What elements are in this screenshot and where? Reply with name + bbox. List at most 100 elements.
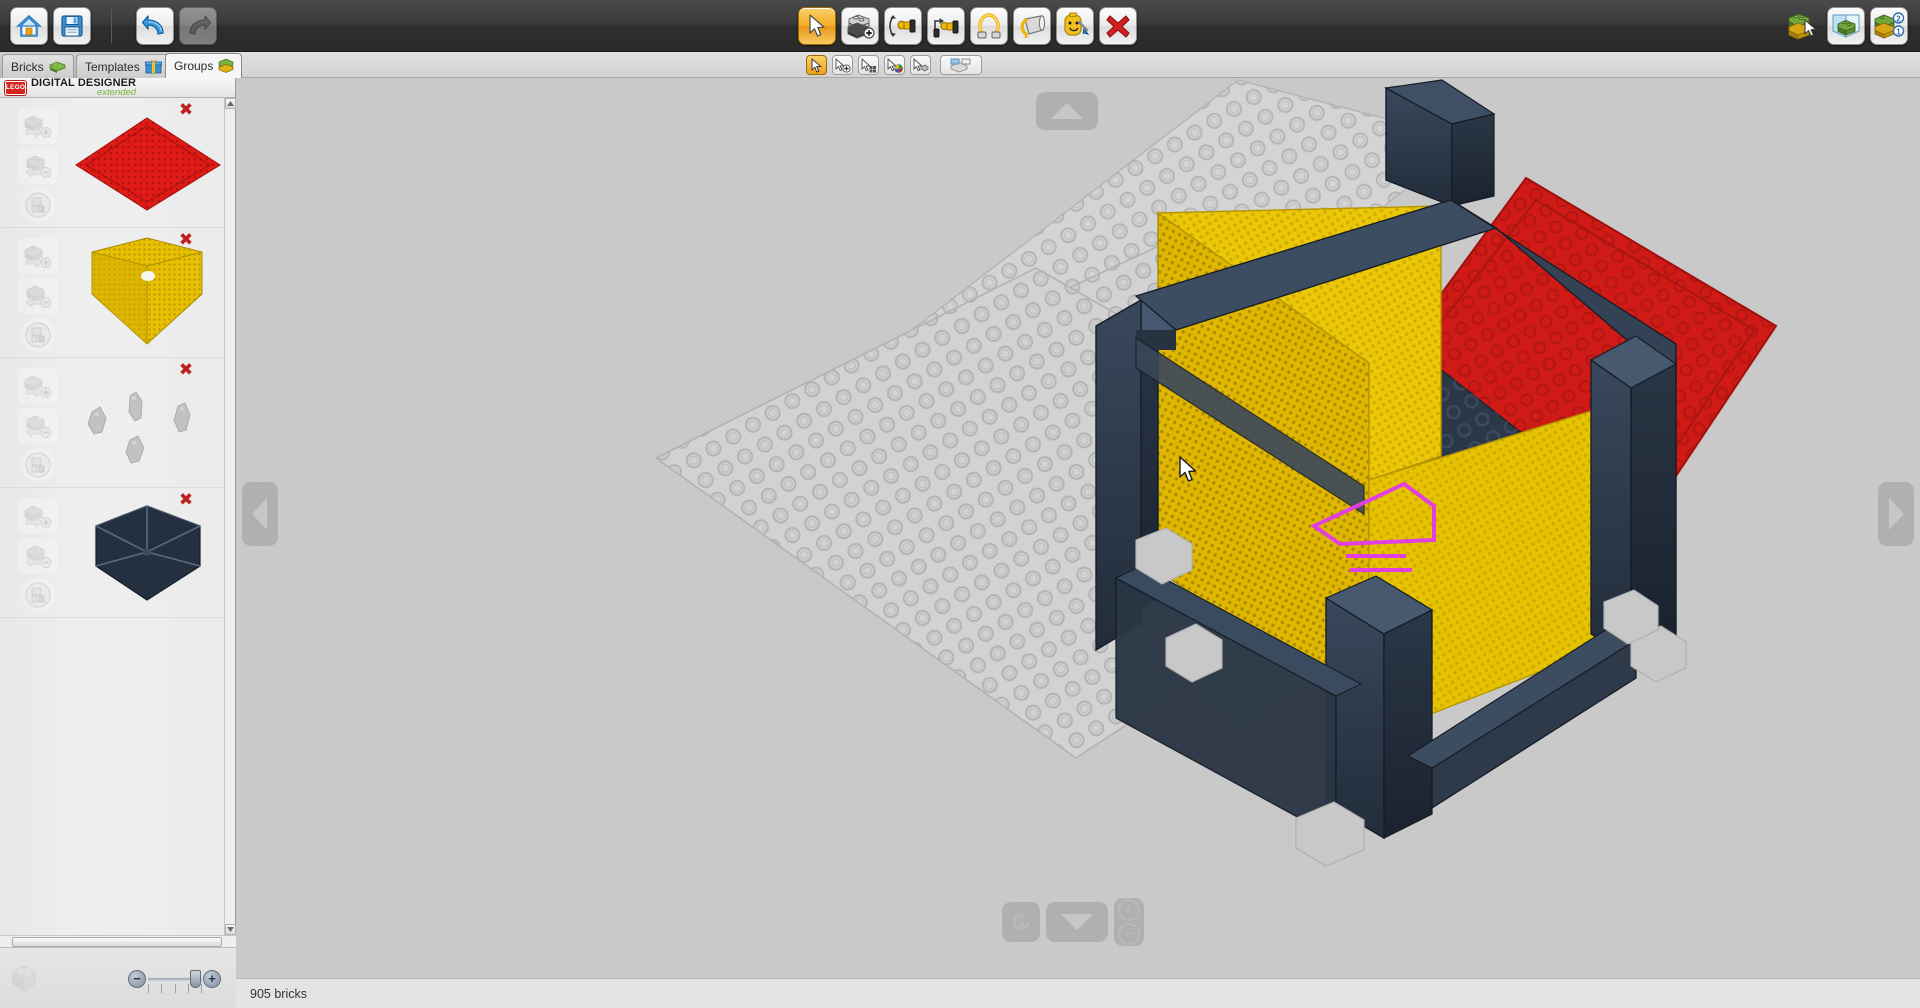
- tilt-down-button[interactable]: [1046, 902, 1108, 942]
- yellow-wall-thumbnail: [91, 237, 203, 345]
- save-button[interactable]: [53, 7, 91, 45]
- brick-in-scene-icon: [1832, 14, 1860, 38]
- lego-logo: LEGO: [5, 80, 26, 95]
- top-toolbar: 2 1: [0, 0, 1920, 52]
- save-group-icon: [25, 322, 51, 348]
- select-tool[interactable]: [798, 7, 836, 45]
- save-group-button[interactable]: [21, 578, 55, 612]
- brick-arrow-minus-icon: [25, 155, 52, 178]
- flex-loop-icon: [977, 13, 1001, 39]
- sidebar-vertical-scrollbar[interactable]: [224, 98, 236, 935]
- zoom-out-button[interactable]: −: [1118, 923, 1140, 945]
- undo-button[interactable]: [136, 7, 174, 45]
- add-to-group-button[interactable]: [18, 238, 58, 274]
- view-bottom-controls: + −: [1002, 898, 1144, 946]
- reset-rotation-icon: [1012, 912, 1030, 931]
- cursor-same-color-icon: [887, 57, 903, 73]
- hinge-tool[interactable]: [884, 7, 922, 45]
- top-toolbar-left-group: [10, 5, 91, 47]
- top-toolbar-center-group: [798, 5, 1137, 47]
- group-actions: [18, 108, 58, 222]
- redo-arrow-icon: [189, 15, 212, 35]
- save-group-button[interactable]: [21, 188, 55, 222]
- red-baseplate-thumbnail: [75, 117, 221, 211]
- cursor-connected-icon: [913, 57, 929, 71]
- red-x-icon: [1106, 15, 1130, 38]
- reset-view-button[interactable]: [1002, 902, 1040, 942]
- group-item-2[interactable]: ✖: [0, 228, 224, 358]
- numbered-bricks-icon: 2 1: [1874, 12, 1905, 39]
- 3d-viewport[interactable]: + −: [236, 78, 1920, 978]
- mode-build[interactable]: [1784, 7, 1822, 45]
- scroll-up-button[interactable]: [225, 98, 236, 109]
- brick-arrow-plus-icon: [24, 505, 52, 528]
- mode-view[interactable]: [1827, 7, 1865, 45]
- triangle-left-icon: [252, 498, 267, 530]
- save-group-button[interactable]: [21, 448, 55, 482]
- sidebar-horizontal-scrollbar[interactable]: [0, 935, 236, 947]
- delete-tool[interactable]: [1099, 7, 1137, 45]
- select-same-shape-tool[interactable]: [858, 55, 879, 75]
- svg-text:1: 1: [1896, 27, 1901, 36]
- zoom-out-button[interactable]: −: [128, 970, 146, 988]
- remove-from-group-button[interactable]: [18, 278, 58, 314]
- brand-subtitle: extended: [97, 86, 137, 98]
- add-to-group-button[interactable]: [18, 108, 58, 144]
- select-single-tool[interactable]: [806, 55, 827, 75]
- gift-box-icon: [144, 60, 162, 74]
- select-same-color-tool[interactable]: [884, 55, 905, 75]
- hscroll-thumb[interactable]: [12, 937, 222, 947]
- clone-tool[interactable]: [841, 7, 879, 45]
- slider-handle[interactable]: [190, 970, 201, 988]
- triangle-up-icon: [1051, 103, 1083, 119]
- brand-text: DIGITAL DESIGNER extended: [31, 77, 137, 98]
- remove-from-group-button[interactable]: [18, 148, 58, 184]
- tab-templates-label: Templates: [85, 59, 140, 74]
- rotate-left-button[interactable]: [242, 482, 278, 546]
- cursor-same-shape-icon: [861, 57, 876, 72]
- paint-tool[interactable]: [1013, 7, 1051, 45]
- group-thumbnail: [72, 362, 222, 484]
- brick-arrow-minus-icon: [25, 285, 52, 308]
- top-toolbar-history-group: [136, 5, 217, 47]
- group-item-3[interactable]: ✖: [0, 358, 224, 488]
- brick-size-icon: [9, 962, 39, 994]
- grey-small-parts-thumbnail: [87, 391, 191, 464]
- tab-groups-label: Groups: [174, 59, 214, 73]
- tab-templates[interactable]: Templates: [76, 54, 170, 78]
- zoom-in-button[interactable]: +: [203, 970, 221, 988]
- remove-from-group-button[interactable]: [18, 408, 58, 444]
- brick-arrow-plus-icon: [24, 115, 52, 138]
- home-button[interactable]: [10, 7, 48, 45]
- redo-button[interactable]: [179, 7, 217, 45]
- group-item-4[interactable]: ✖: [0, 488, 224, 618]
- group-actions: [18, 368, 58, 482]
- add-to-group-button[interactable]: [18, 368, 58, 404]
- select-connected-tool[interactable]: [910, 55, 931, 75]
- tab-bricks[interactable]: Bricks: [2, 54, 74, 78]
- hinge-align-tool[interactable]: [927, 7, 965, 45]
- left-sidebar: LEGO DIGITAL DESIGNER extended ✖ ✖ ✖ ✖ −…: [0, 77, 236, 1008]
- mode-building-guide[interactable]: 2 1: [1870, 7, 1908, 45]
- group-thumbnail: [72, 102, 222, 224]
- cursor-plus-icon: [835, 57, 851, 73]
- group-item-1[interactable]: ✖: [0, 98, 224, 228]
- clone-color-tool[interactable]: [1056, 7, 1094, 45]
- triangle-down-icon: [1061, 914, 1093, 930]
- toolbar-divider-1: [111, 9, 112, 43]
- palette-tab-bar: Bricks Templates Groups: [0, 52, 243, 78]
- group-thumbnail: [72, 492, 222, 614]
- tab-groups[interactable]: Groups: [165, 53, 243, 78]
- remove-from-group-button[interactable]: [18, 538, 58, 574]
- tilt-up-button[interactable]: [1036, 92, 1098, 130]
- zoom-in-button[interactable]: +: [1118, 899, 1140, 921]
- save-group-button[interactable]: [21, 318, 55, 352]
- palette-size-slider[interactable]: − +: [128, 968, 221, 993]
- flex-tool[interactable]: [970, 7, 1008, 45]
- hide-bricks-tool[interactable]: [940, 55, 982, 75]
- add-to-group-button[interactable]: [18, 498, 58, 534]
- save-group-icon: [25, 582, 51, 608]
- select-add-tool[interactable]: [832, 55, 853, 75]
- rotate-right-button[interactable]: [1878, 482, 1914, 546]
- scroll-down-button[interactable]: [225, 924, 236, 935]
